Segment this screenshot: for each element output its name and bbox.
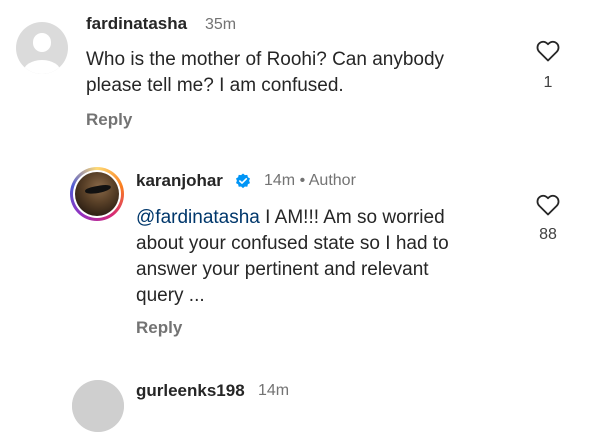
author-badge: Author <box>308 172 356 189</box>
mention-link[interactable]: @fardinatasha <box>136 207 260 228</box>
comment-text-line: answer your pertinent and relevant <box>136 259 429 280</box>
avatar[interactable] <box>16 22 68 74</box>
verified-badge-icon <box>236 173 250 189</box>
comment-karanjohar: karanjohar 14m • Author @fardinatasha I … <box>0 150 600 350</box>
comment-username[interactable]: karanjohar <box>136 171 223 191</box>
comment-timestamp: 14m <box>264 172 296 189</box>
reply-button[interactable]: Reply <box>136 318 182 338</box>
avatar[interactable] <box>70 167 124 221</box>
meta-separator: • <box>299 172 306 189</box>
comment-text: Who is the mother of Roohi? Can anybody … <box>86 47 516 99</box>
comment-timestamp: 14m <box>258 382 290 399</box>
comment-text-line: query ... <box>136 285 205 306</box>
avatar[interactable] <box>72 380 124 432</box>
comment-text-line: please tell me? I am confused. <box>86 75 344 96</box>
comment-timestamp: 35m <box>205 16 237 33</box>
comment-meta: 14m • Author <box>264 172 356 190</box>
comment-username[interactable]: fardinatasha <box>86 14 187 34</box>
comment-text-line: Who is the mother of Roohi? Can anybody <box>86 49 445 70</box>
like-count: 1 <box>543 74 553 91</box>
comment-text-line: @fardinatasha I AM!!! Am so worried <box>136 205 516 231</box>
comment-fardinatasha: fardinatasha 35m Who is the mother of Ro… <box>0 0 600 150</box>
heart-outline-icon[interactable] <box>536 40 560 62</box>
reply-button[interactable]: Reply <box>86 110 132 130</box>
comment-username[interactable]: gurleenks198 <box>136 381 245 401</box>
comment-gurleenks198: gurleenks198 14m <box>0 350 600 432</box>
heart-outline-icon[interactable] <box>536 194 560 216</box>
comment-text-line: about your confused state so I had to <box>136 233 449 254</box>
comment-text-segment: I AM!!! Am so worried <box>259 207 445 228</box>
comment-text: @fardinatasha I AM!!! Am so worried abou… <box>136 205 516 309</box>
like-count: 88 <box>539 226 557 243</box>
